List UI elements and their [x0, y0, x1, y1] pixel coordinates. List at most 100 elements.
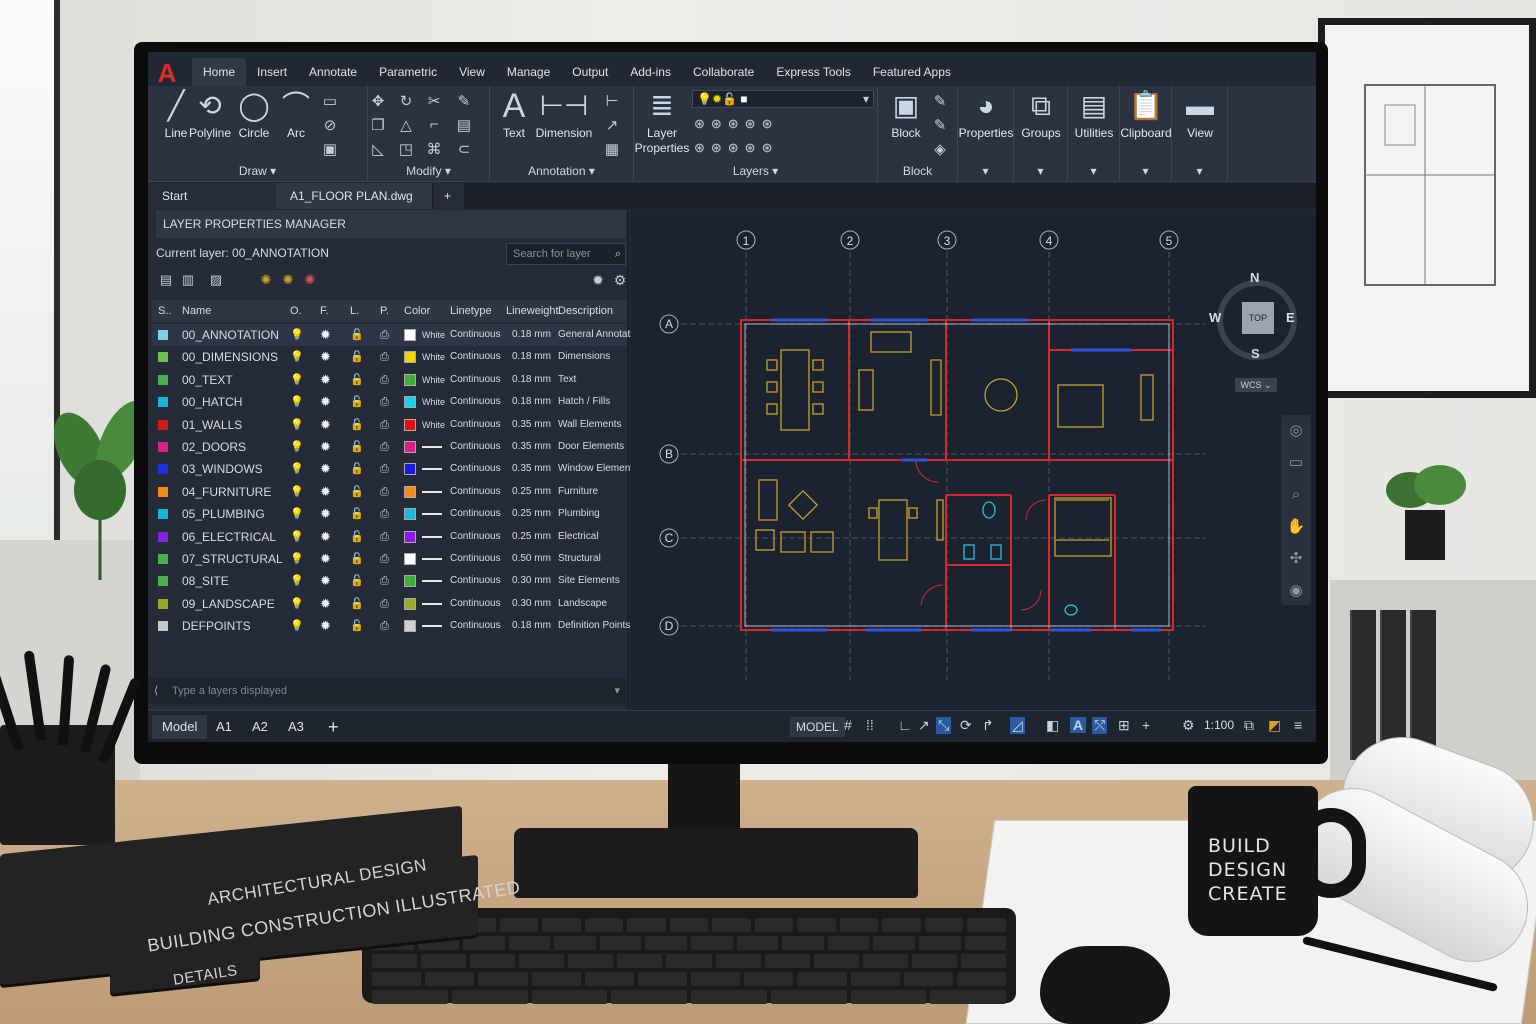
- bulb-icon[interactable]: 💡: [290, 369, 304, 391]
- layer-description[interactable]: Door Elements: [558, 436, 624, 458]
- rotate-icon[interactable]: ↻: [396, 92, 416, 110]
- new-tab-button[interactable]: +: [434, 183, 464, 209]
- layout-tab-a1[interactable]: A1: [206, 715, 242, 739]
- printer-icon[interactable]: ⎙: [380, 369, 389, 391]
- bulb-icon[interactable]: 💡: [290, 615, 304, 637]
- wcs-dropdown[interactable]: WCS ⌄: [1235, 378, 1277, 392]
- offset-icon[interactable]: ⊂: [454, 140, 474, 158]
- bulb-icon[interactable]: 💡: [290, 570, 304, 592]
- layer-linetype[interactable]: Continuous: [450, 458, 501, 480]
- color-swatch[interactable]: [404, 396, 416, 409]
- color-swatch[interactable]: [404, 530, 416, 543]
- layer-row[interactable]: DEFPOINTS 💡 ✹ 🔓 ⎙ Continuous 0.18 mm Definition…: [152, 615, 630, 637]
- osnap-icon[interactable]: ⤡: [936, 717, 952, 734]
- lock-open-icon[interactable]: 🔓: [350, 436, 364, 458]
- customization-menu-icon[interactable]: ≡: [1294, 717, 1302, 733]
- color-swatch[interactable]: [404, 553, 416, 565]
- view-panel[interactable]: ▬ View ▾: [1172, 86, 1228, 182]
- layer-linetype[interactable]: Continuous: [450, 436, 501, 458]
- printer-icon[interactable]: ⎙: [380, 346, 389, 368]
- layer-lineweight[interactable]: 0.50 mm: [512, 548, 551, 570]
- lock-open-icon[interactable]: 🔓: [350, 615, 364, 637]
- printer-icon[interactable]: ⎙: [380, 414, 389, 436]
- layer-lineweight[interactable]: 0.25 mm: [512, 503, 551, 525]
- color-swatch[interactable]: [404, 463, 416, 476]
- layer-lineweight[interactable]: 0.25 mm: [512, 526, 551, 548]
- stretch-icon[interactable]: ◺: [368, 140, 388, 158]
- properties-arrow-icon[interactable]: ▾: [958, 164, 1013, 178]
- linear-dim-icon[interactable]: ⊢: [602, 92, 622, 110]
- bulb-icon[interactable]: 💡: [290, 548, 304, 570]
- layer-name[interactable]: 02_DOORS: [182, 436, 246, 458]
- snap-icon[interactable]: ⁞⁞: [866, 717, 874, 733]
- scale-icon[interactable]: ◳: [396, 140, 416, 158]
- col-plot[interactable]: P.: [380, 300, 389, 322]
- layer-lineweight[interactable]: 0.18 mm: [512, 346, 551, 368]
- ribbon-tab-view[interactable]: View: [448, 58, 496, 86]
- layout-tab-a2[interactable]: A2: [242, 715, 278, 739]
- layer-tool-row-1[interactable]: ⊛⊛⊛⊛⊛: [694, 116, 778, 132]
- color-swatch[interactable]: [404, 620, 416, 633]
- lock-open-icon[interactable]: 🔓: [350, 414, 364, 436]
- ribbon-tab-add-ins[interactable]: Add-ins: [619, 58, 682, 86]
- layer-linetype[interactable]: Continuous: [450, 548, 501, 570]
- layer-row[interactable]: 00_TEXT 💡 ✹ 🔓 ⎙ White Continuous 0.18 mm Text: [152, 369, 627, 391]
- workspace-icon[interactable]: ⊞: [1118, 717, 1130, 734]
- refresh-icon[interactable]: ✹: [588, 272, 608, 289]
- col-on[interactable]: O.: [290, 300, 302, 322]
- utilities-arrow-icon[interactable]: ▾: [1068, 164, 1119, 178]
- printer-icon[interactable]: ⎙: [380, 548, 389, 570]
- layer-search-input[interactable]: Search for layer ⌕: [506, 243, 626, 265]
- layer-row[interactable]: 07_STRUCTURAL 💡 ✹ 🔓 ⎙ Continuous 0.50 mm Struct…: [152, 548, 627, 570]
- bulb-icon[interactable]: 💡: [290, 503, 304, 525]
- layer-name[interactable]: 00_HATCH: [182, 391, 242, 413]
- layer-row[interactable]: 00_DIMENSIONS 💡 ✹ 🔓 ⎙ White Continuous 0.18 mm D…: [152, 346, 627, 368]
- drawing-canvas[interactable]: 12345ABCD TOP N S E W WCS ⌄ ◎ ▭ ⌕ ✋ ✣ ◉: [631, 210, 1316, 710]
- layer-name[interactable]: 04_FURNITURE: [182, 481, 271, 503]
- leader-icon[interactable]: ↗: [602, 116, 622, 134]
- layer-row[interactable]: 08_SITE 💡 ✹ 🔓 ⎙ Continuous 0.30 mm Site Element…: [152, 570, 627, 592]
- layer-description[interactable]: Text: [558, 369, 576, 391]
- layer-lineweight[interactable]: 0.30 mm: [512, 593, 551, 615]
- ribbon-tab-annotate[interactable]: Annotate: [298, 58, 368, 86]
- layer-row[interactable]: 06_ELECTRICAL 💡 ✹ 🔓 ⎙ Continuous 0.25 mm Electr…: [152, 526, 627, 548]
- bulb-icon[interactable]: 💡: [290, 346, 304, 368]
- isolate-icon[interactable]: ◩: [1268, 717, 1281, 734]
- layout-tab-a3[interactable]: A3: [278, 715, 314, 739]
- layer-linetype[interactable]: Continuous: [450, 615, 501, 637]
- bulb-icon[interactable]: 💡: [290, 481, 304, 503]
- sun-icon[interactable]: ✹: [320, 481, 331, 503]
- sun-icon[interactable]: ✹: [320, 324, 331, 346]
- color-swatch[interactable]: [404, 508, 416, 521]
- layer-linetype[interactable]: Continuous: [450, 570, 501, 592]
- dimension-tool[interactable]: ⊢⊣ Dimension: [534, 88, 594, 140]
- layer-linetype[interactable]: Continuous: [450, 369, 501, 391]
- layer-isolate-icon[interactable]: ✺: [300, 272, 320, 288]
- polar-icon[interactable]: ↗: [918, 717, 930, 734]
- add-layout-button[interactable]: +: [318, 715, 349, 739]
- bulb-icon[interactable]: 💡: [290, 391, 304, 413]
- layer-row[interactable]: 00_HATCH 💡 ✹ 🔓 ⎙ White Continuous 0.18 mm Hatch …: [152, 391, 627, 413]
- explode-icon[interactable]: ⌘: [424, 140, 444, 158]
- new-vp-layer-icon[interactable]: ▥: [178, 272, 198, 288]
- lock-open-icon[interactable]: 🔓: [350, 346, 364, 368]
- clipboard-arrow-icon[interactable]: ▾: [1120, 164, 1171, 178]
- lock-open-icon[interactable]: 🔓: [350, 503, 364, 525]
- lock-open-icon[interactable]: 🔓: [350, 593, 364, 615]
- sun-icon[interactable]: ✹: [320, 436, 331, 458]
- color-swatch[interactable]: [404, 351, 416, 364]
- block-edit-icon[interactable]: ✎: [930, 116, 950, 134]
- color-swatch[interactable]: [404, 597, 416, 610]
- lock-open-icon[interactable]: 🔓: [350, 369, 364, 391]
- printer-icon[interactable]: ⎙: [380, 436, 389, 458]
- layer-lineweight[interactable]: 0.18 mm: [512, 391, 551, 413]
- block-tool[interactable]: ▣ Block: [886, 88, 926, 140]
- array-icon[interactable]: ▤: [454, 116, 474, 134]
- layer-lineweight[interactable]: 0.18 mm: [512, 324, 551, 346]
- mirror-icon[interactable]: △: [396, 116, 416, 134]
- layer-description[interactable]: Electrical: [558, 526, 599, 548]
- dynamic-input-icon[interactable]: ↱: [982, 717, 994, 734]
- new-layer-icon[interactable]: ▤: [156, 272, 176, 288]
- layer-properties-tool[interactable]: ≣ Layer Properties: [635, 88, 690, 156]
- bulb-icon[interactable]: 💡: [290, 593, 304, 615]
